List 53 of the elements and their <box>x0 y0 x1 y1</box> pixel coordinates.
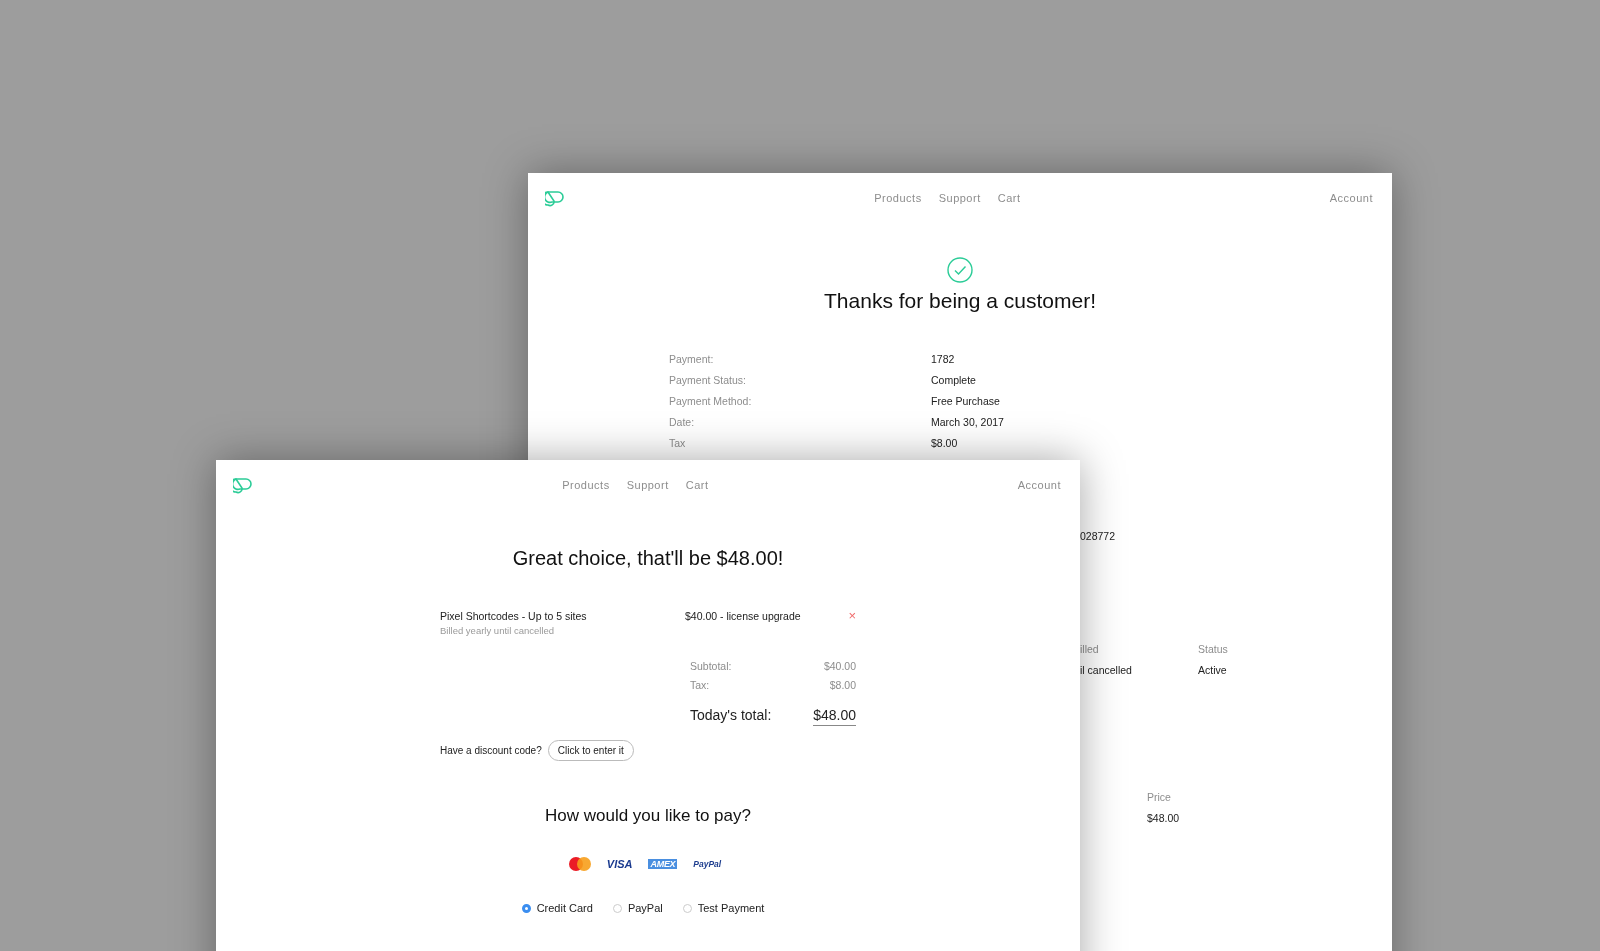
paypal-logo: PayPal <box>693 859 722 869</box>
amex-logo: AMEX <box>648 859 678 869</box>
item-price: $40.00 - license upgrade <box>685 610 802 624</box>
radio-button[interactable] <box>682 903 692 913</box>
nav-link[interactable]: Products <box>874 192 922 204</box>
nav-link[interactable]: Support <box>626 479 669 491</box>
total-label: Subtotal: <box>690 660 732 672</box>
logo-icon[interactable] <box>545 189 565 207</box>
detail-value: $8.00 <box>931 437 958 449</box>
detail-label: Payment Status: <box>669 374 747 386</box>
payment-option[interactable]: PayPal <box>612 902 663 914</box>
nav-link[interactable]: Cart <box>997 192 1021 204</box>
account-link[interactable]: Account <box>1329 192 1373 204</box>
check-circle-icon <box>947 257 973 283</box>
payment-option[interactable]: Credit Card <box>521 902 593 914</box>
logo-icon[interactable] <box>233 476 253 494</box>
detail-label: Tax <box>669 437 686 449</box>
payment-option[interactable]: Test Payment <box>682 902 765 914</box>
total-label: Tax: <box>690 679 710 691</box>
nav-link[interactable]: Support <box>938 192 981 204</box>
radio-button[interactable] <box>521 903 531 913</box>
detail-value: 1782 <box>931 353 955 365</box>
account-link[interactable]: Account <box>1017 479 1061 491</box>
discount-button[interactable]: Click to enter it <box>547 740 634 761</box>
detail-label: Date: <box>669 416 695 428</box>
page-title: Thanks for being a customer! <box>823 289 1097 313</box>
table-cell: $48.00 <box>1147 812 1180 824</box>
detail-label: Payment Method: <box>669 395 752 407</box>
remove-button[interactable]: × <box>848 610 856 636</box>
table-cell: il cancelled <box>1080 664 1132 676</box>
billing-note: Billed yearly until cancelled <box>440 625 556 636</box>
nav-link[interactable]: Cart <box>685 479 709 491</box>
product-name: Pixel Shortcodes - Up to 5 sites <box>440 610 588 622</box>
page-title: Great choice, that'll be $48.00! <box>511 547 785 570</box>
column-header: illed <box>1080 643 1099 655</box>
total-label: Today's total: <box>690 707 772 723</box>
total-value: $8.00 <box>829 679 856 691</box>
nav-link[interactable]: Products <box>562 479 610 491</box>
card-circles-icon <box>568 857 591 871</box>
section-title: How would you like to pay? <box>544 806 752 826</box>
table-cell: Active <box>1198 664 1227 676</box>
visa-logo: VISA <box>606 858 633 870</box>
detail-value: Free Purchase <box>931 395 1000 407</box>
detail-value: March 30, 2017 <box>931 416 1004 428</box>
radio-button[interactable] <box>612 903 622 913</box>
column-header: Status <box>1198 643 1228 655</box>
detail-label: Payment: <box>669 353 714 365</box>
key-text: 028772 <box>1080 530 1116 542</box>
total-amount: $48.00 <box>813 707 856 726</box>
detail-value: Complete <box>931 374 976 386</box>
discount-prompt: Have a discount code? <box>440 745 542 756</box>
total-value: $40.00 <box>823 660 856 672</box>
column-header: Price <box>1147 791 1171 803</box>
